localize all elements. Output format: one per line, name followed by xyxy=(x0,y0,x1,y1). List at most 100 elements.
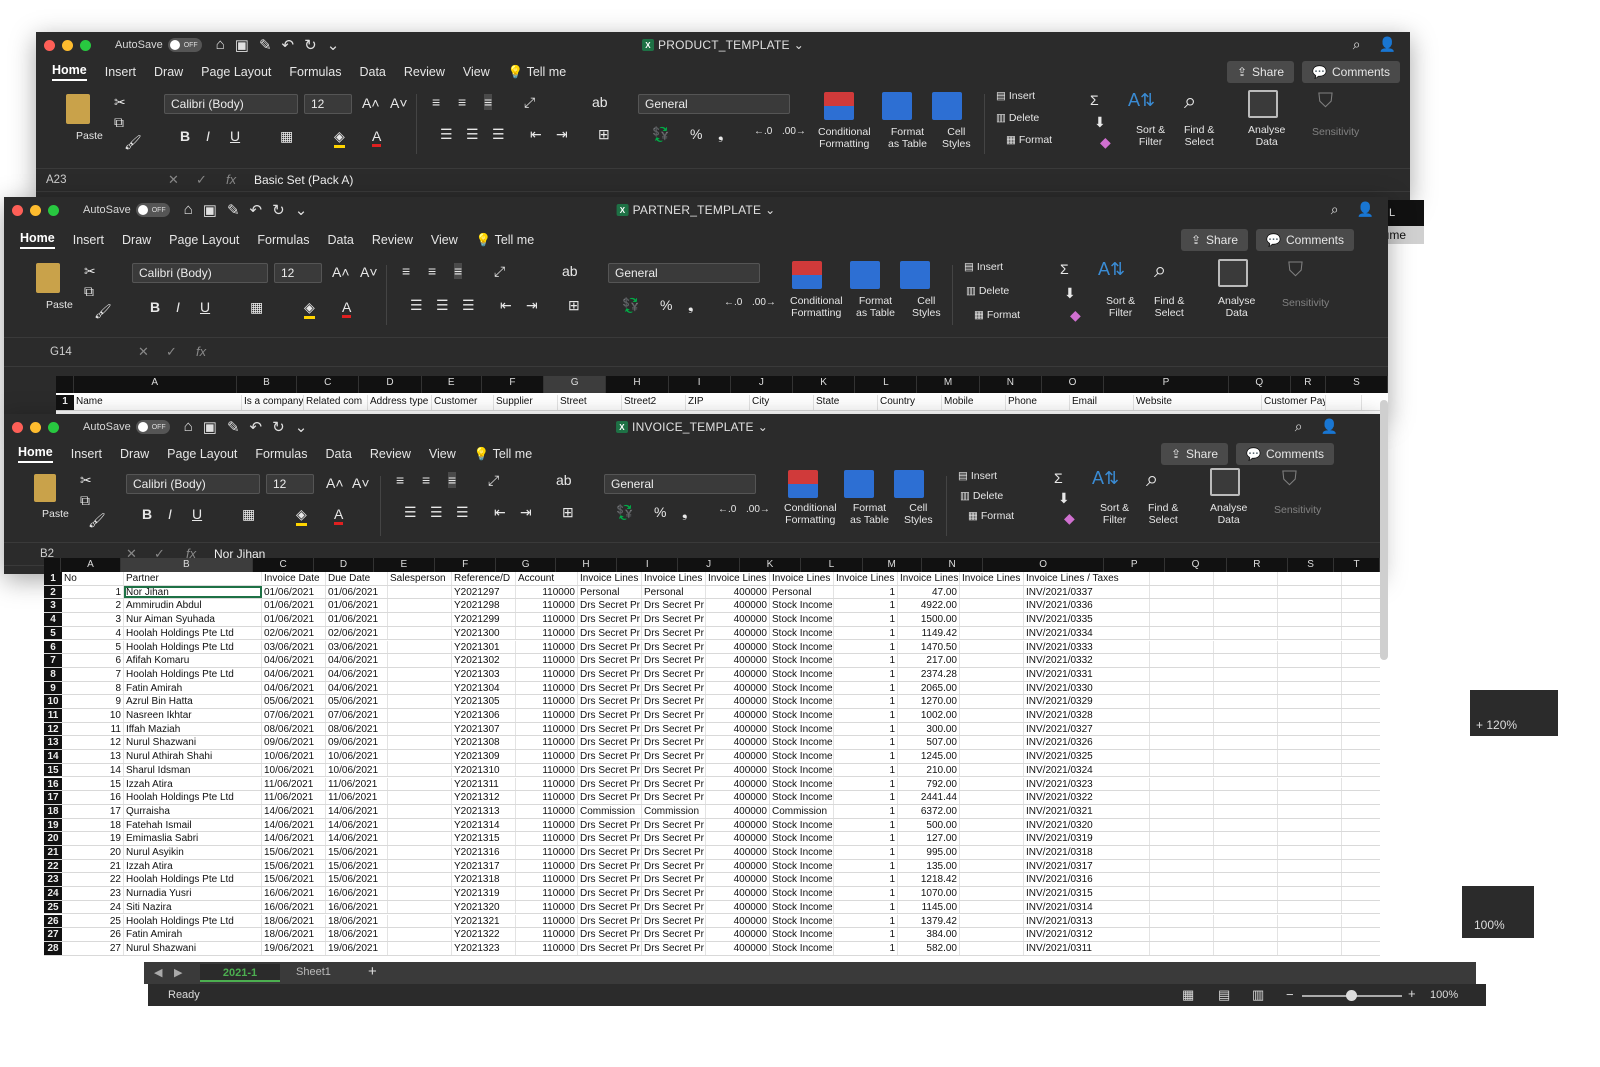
font-color-icon[interactable]: A xyxy=(334,506,344,525)
table-cell[interactable] xyxy=(1278,681,1342,695)
cell-styles-label[interactable]: Cell Styles xyxy=(904,502,933,526)
decrease-font-icon[interactable]: A˅ xyxy=(360,264,378,280)
table-cell[interactable]: 400000 xyxy=(706,846,770,859)
table-cell[interactable]: Drs Secret Pr xyxy=(578,667,642,681)
table-cell[interactable]: 11/06/2021 xyxy=(262,791,326,804)
tab-review[interactable]: Review xyxy=(404,65,445,79)
table-cell[interactable]: 110000 xyxy=(516,626,578,640)
table-cell[interactable] xyxy=(960,667,1024,681)
table-cell[interactable] xyxy=(388,640,452,654)
paste-label[interactable]: Paste xyxy=(46,299,73,311)
font-color-icon[interactable]: A xyxy=(342,299,352,318)
table-cell[interactable] xyxy=(1150,832,1214,845)
table-cell[interactable]: 110000 xyxy=(516,722,578,736)
customize-toolbar-icon[interactable]: ⌄ xyxy=(295,418,308,436)
table-cell[interactable] xyxy=(1342,819,1380,832)
comments-button[interactable]: 💬 Comments xyxy=(1236,443,1334,465)
column-header[interactable]: F xyxy=(435,558,497,572)
table-cell[interactable]: 15 xyxy=(62,777,124,791)
table-cell[interactable]: 1 xyxy=(834,928,898,941)
table-cell[interactable]: INV/2021/0321 xyxy=(1024,804,1150,818)
column-title-cell[interactable]: Reference/D xyxy=(452,572,516,585)
table-cell[interactable]: 14/06/2021 xyxy=(326,804,388,818)
table-cell[interactable] xyxy=(1278,654,1342,667)
table-cell[interactable]: 1 xyxy=(834,695,898,708)
row-header[interactable]: 11 xyxy=(44,709,62,722)
align-top-icon[interactable]: ≡ xyxy=(396,472,404,488)
search-icon[interactable]: ⌕ xyxy=(1331,201,1339,218)
table-cell[interactable]: Drs Secret Pr xyxy=(642,681,706,695)
table-cell[interactable]: Y2021304 xyxy=(452,681,516,695)
paste-icon[interactable] xyxy=(66,94,90,124)
row-header[interactable]: 1 xyxy=(44,572,62,585)
table-cell[interactable]: Drs Secret Pr xyxy=(642,791,706,804)
cut-icon[interactable]: ✂ xyxy=(114,94,126,111)
column-title-cell[interactable]: No xyxy=(62,572,124,585)
table-cell[interactable] xyxy=(960,928,1024,941)
table-cell[interactable]: Drs Secret Pr xyxy=(578,941,642,955)
table-cell[interactable] xyxy=(960,695,1024,708)
table-cell[interactable]: 07/06/2021 xyxy=(262,709,326,722)
table-cell[interactable]: Y2021321 xyxy=(452,914,516,928)
table-cell[interactable]: Y2021309 xyxy=(452,750,516,763)
table-cell[interactable] xyxy=(1278,722,1342,736)
table-cell[interactable]: Stock Income xyxy=(770,900,834,914)
table-cell[interactable] xyxy=(1214,599,1278,613)
table-cell[interactable] xyxy=(960,846,1024,859)
table-cell[interactable]: Drs Secret Pr xyxy=(578,750,642,763)
analyse-data-label[interactable]: Analyse Data xyxy=(1218,295,1255,319)
confirm-icon[interactable]: ✓ xyxy=(166,344,177,360)
underline-icon[interactable]: U xyxy=(192,506,202,522)
fill-color-icon[interactable]: ◈ xyxy=(296,506,307,526)
table-cell[interactable]: 1149.42 xyxy=(898,626,960,640)
increase-indent-icon[interactable]: ⇥ xyxy=(520,504,532,521)
table-cell[interactable]: 400000 xyxy=(706,804,770,818)
redo-icon[interactable]: ↻ xyxy=(272,418,285,436)
minimize-window-button[interactable] xyxy=(30,421,41,433)
table-cell[interactable] xyxy=(1278,832,1342,845)
table-cell[interactable] xyxy=(1278,763,1342,777)
table-cell[interactable] xyxy=(960,914,1024,928)
row-header[interactable]: 21 xyxy=(44,846,62,859)
home-icon[interactable]: ⌂ xyxy=(184,201,193,219)
column-header[interactable]: T xyxy=(1334,558,1381,572)
select-all-corner[interactable] xyxy=(56,376,74,393)
table-cell[interactable] xyxy=(1278,791,1342,804)
table-cell[interactable]: Stock Income xyxy=(770,681,834,695)
table-cell[interactable]: 25 xyxy=(62,914,124,928)
table-cell[interactable]: Y2021307 xyxy=(452,722,516,736)
table-cell[interactable]: 1 xyxy=(834,763,898,777)
fill-color-icon[interactable]: ◈ xyxy=(304,299,315,319)
align-right-icon[interactable]: ☰ xyxy=(456,504,469,521)
table-cell[interactable]: 14/06/2021 xyxy=(326,818,388,832)
table-cell[interactable] xyxy=(1150,818,1214,832)
table-cell[interactable]: 01/06/2021 xyxy=(326,613,388,626)
table-cell[interactable]: Stock Income xyxy=(770,722,834,736)
table-cell[interactable]: 21 xyxy=(62,859,124,873)
table-cell[interactable] xyxy=(1278,585,1342,599)
comma-style-icon[interactable]: ❟ xyxy=(718,126,724,143)
tell-me-search[interactable]: 💡 Tell me xyxy=(474,447,532,462)
table-cell[interactable] xyxy=(1214,887,1278,900)
comments-button[interactable]: 💬 Comments xyxy=(1302,61,1400,83)
decrease-indent-icon[interactable]: ⇤ xyxy=(500,297,512,314)
confirm-icon[interactable]: ✓ xyxy=(196,172,207,188)
tab-view[interactable]: View xyxy=(463,65,490,79)
table-cell[interactable]: 110000 xyxy=(516,941,578,955)
table-cell[interactable]: Drs Secret Pr xyxy=(642,736,706,750)
table-cell[interactable]: Drs Secret Pr xyxy=(578,613,642,626)
table-cell[interactable] xyxy=(388,599,452,613)
table-cell[interactable] xyxy=(1214,585,1278,599)
share-button[interactable]: ⇪ Share xyxy=(1160,443,1229,465)
table-cell[interactable] xyxy=(1214,709,1278,722)
table-cell[interactable]: 400000 xyxy=(706,709,770,722)
analyse-data-icon[interactable] xyxy=(1210,468,1240,496)
table-cell[interactable]: 995.00 xyxy=(898,846,960,859)
table-cell[interactable]: 400000 xyxy=(706,914,770,928)
table-cell[interactable]: Stock Income xyxy=(770,667,834,681)
table-cell[interactable] xyxy=(960,873,1024,887)
table-cell[interactable]: 19/06/2021 xyxy=(262,941,326,955)
table-cell[interactable] xyxy=(1326,395,1362,410)
table-cell[interactable]: INV/2021/0312 xyxy=(1024,928,1150,941)
table-cell[interactable]: Drs Secret Pr xyxy=(642,914,706,928)
